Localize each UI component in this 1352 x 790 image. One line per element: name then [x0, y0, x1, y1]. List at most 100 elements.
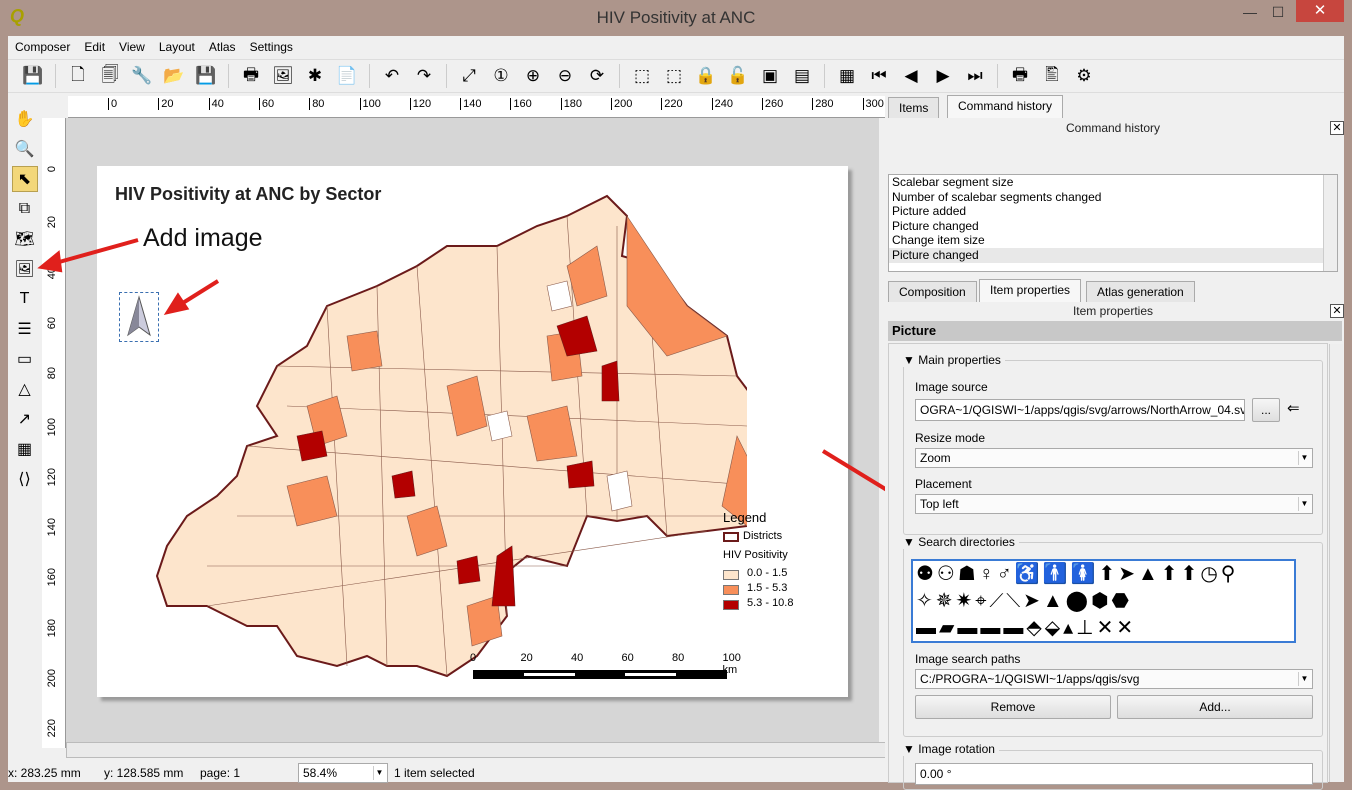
close-button[interactable]: ✕ — [1296, 0, 1344, 22]
atlas-export-icon[interactable]: 🖺 — [1039, 63, 1065, 89]
tab-command-history[interactable]: Command history — [947, 95, 1064, 118]
redo-icon[interactable]: ↷ — [411, 63, 437, 89]
main-toolbar: 💾 🗋 🗐 🔧 📂 💾 🖶 🖼 ✱ 📄 ↶ ↷ ⤢ ① ⊕ ⊖ ⟳ ⬚ ⬚ 🔒 🔓 ▣ ▤ ▦ ⏮ ◀ ▶ ⏭ 🖶 🖺 ⚙ — [8, 59, 1344, 93]
add-html-icon[interactable]: ⟨⟩ — [12, 466, 38, 492]
export-image-icon[interactable]: 🖼 — [270, 63, 296, 89]
add-legend-icon[interactable]: ☰ — [12, 316, 38, 342]
add-shape-icon[interactable]: △ — [12, 376, 38, 402]
zoom-combo[interactable]: 58.4% ▼ — [298, 763, 388, 783]
ruler-tick-label: 180 — [560, 98, 582, 110]
pan-icon[interactable]: ✋ — [12, 106, 38, 132]
command-history-item[interactable]: Picture changed — [889, 219, 1337, 234]
close-dock-icon[interactable]: ✕ — [1330, 304, 1344, 318]
search-directories-toggle[interactable]: ▼ Search directories — [899, 535, 1019, 549]
map-item[interactable] — [147, 186, 747, 686]
zoom-full-icon[interactable]: ⤢ — [456, 63, 482, 89]
zoom-out-icon[interactable]: ⊖ — [552, 63, 578, 89]
add-image-icon[interactable]: 🖼 — [12, 256, 38, 282]
image-rotation-toggle[interactable]: ▼ Image rotation — [899, 742, 999, 756]
image-source-input[interactable]: OGRA~1/QGISWI~1/apps/qgis/svg/arrows/Nor… — [915, 399, 1245, 421]
zoom-value: 58.4% — [303, 766, 338, 780]
tab-atlas-generation[interactable]: Atlas generation — [1086, 281, 1195, 302]
vertical-scrollbar[interactable] — [1329, 344, 1343, 782]
browse-button[interactable]: ... — [1252, 398, 1280, 422]
tab-item-properties[interactable]: Item properties — [979, 279, 1082, 302]
data-defined-override-icon[interactable]: ⇐ — [1287, 399, 1300, 417]
menu-atlas[interactable]: Atlas — [202, 36, 243, 58]
menu-composer[interactable]: Composer — [8, 36, 77, 58]
composer-manager-icon[interactable]: 🔧 — [129, 63, 155, 89]
move-content-icon[interactable]: ⧉ — [12, 196, 38, 222]
command-history-list[interactable]: Scalebar segment size Number of scalebar … — [888, 174, 1338, 272]
last-feature-icon[interactable]: ⏭ — [962, 63, 988, 89]
remove-button[interactable]: Remove — [915, 695, 1111, 719]
zoom-tool-icon[interactable]: 🔍 — [12, 136, 38, 162]
next-feature-icon[interactable]: ▶ — [930, 63, 956, 89]
add-scalebar-icon[interactable]: ▭ — [12, 346, 38, 372]
lock-icon[interactable]: 🔒 — [693, 63, 719, 89]
command-history-item[interactable]: Scalebar segment size — [889, 175, 1337, 190]
vertical-scrollbar[interactable] — [1323, 175, 1337, 271]
command-history-item[interactable]: Change item size — [889, 233, 1337, 248]
minimize-button[interactable]: — — [1236, 4, 1264, 24]
select-all-icon[interactable]: ⬚ — [629, 63, 655, 89]
refresh-icon[interactable]: ⟳ — [584, 63, 610, 89]
main-properties-toggle[interactable]: ▼ Main properties — [899, 353, 1005, 367]
tab-items[interactable]: Items — [888, 97, 940, 118]
first-feature-icon[interactable]: ⏮ — [866, 63, 892, 89]
duplicate-composer-icon[interactable]: 🗐 — [97, 63, 123, 89]
tab-composition[interactable]: Composition — [888, 281, 977, 302]
menu-view[interactable]: View — [112, 36, 152, 58]
group-icon[interactable]: ▣ — [757, 63, 783, 89]
atlas-settings-icon[interactable]: ⚙ — [1071, 63, 1097, 89]
legend-class-label: 1.5 - 5.3 — [747, 582, 788, 594]
command-history-item[interactable]: Picture added — [889, 204, 1337, 219]
ruler-tick-label: 60 — [46, 316, 58, 330]
legend-layer-name: HIV Positivity — [723, 549, 788, 561]
export-svg-icon[interactable]: ✱ — [302, 63, 328, 89]
add-map-icon[interactable]: 🗺 — [12, 226, 38, 252]
svg-icon-grid[interactable]: ⚉⚇☗♀♂♿🚹🚺⬆➤▲⬆⬆◷⚲ ✧✵✷⌖⟋⟍➤▲⬤⬢⬣ ▬▰▬▬▬⬘⬙▴⊥✕✕ — [911, 559, 1296, 643]
add-table-icon[interactable]: ▦ — [12, 436, 38, 462]
unlock-icon[interactable]: 🔓 — [725, 63, 751, 89]
resize-mode-select[interactable]: Zoom ▼ — [915, 448, 1313, 468]
search-path-select[interactable]: C:/PROGRA~1/QGISWI~1/apps/qgis/svg ▼ — [915, 669, 1313, 689]
maximize-button[interactable]: ☐ — [1264, 4, 1292, 24]
save-icon[interactable]: 💾 — [20, 63, 46, 89]
close-dock-icon[interactable]: ✕ — [1330, 121, 1344, 135]
save-template-icon[interactable]: 💾 — [193, 63, 219, 89]
placement-select[interactable]: Top left ▼ — [915, 494, 1313, 514]
menu-settings[interactable]: Settings — [243, 36, 300, 58]
open-template-icon[interactable]: 📂 — [161, 63, 187, 89]
undo-icon[interactable]: ↶ — [379, 63, 405, 89]
ruler-tick-label: 0 — [46, 166, 58, 173]
print-icon[interactable]: 🖶 — [238, 63, 264, 89]
select-move-icon[interactable]: ⬉ — [11, 166, 38, 192]
previous-feature-icon[interactable]: ◀ — [898, 63, 924, 89]
ruler-tick-label: 300 — [862, 98, 884, 110]
ruler-tick-label: 240 — [711, 98, 733, 110]
align-icon[interactable]: ▤ — [789, 63, 815, 89]
new-composer-icon[interactable]: 🗋 — [65, 63, 91, 89]
deselect-icon[interactable]: ⬚ — [661, 63, 687, 89]
command-history-title: Command history — [1065, 121, 1161, 135]
image-search-paths-label: Image search paths — [915, 652, 1021, 666]
command-history-item[interactable]: Number of scalebar segments changed — [889, 190, 1337, 205]
zoom-in-icon[interactable]: ⊕ — [520, 63, 546, 89]
add-arrow-icon[interactable]: ↗ — [12, 406, 38, 432]
menu-edit[interactable]: Edit — [77, 36, 112, 58]
zoom-100-icon[interactable]: ① — [488, 63, 514, 89]
command-history-item[interactable]: Picture changed — [889, 247, 1337, 263]
export-pdf-icon[interactable]: 📄 — [334, 63, 360, 89]
composer-canvas[interactable]: HIV Positivity at ANC by Sector Legend D… — [66, 118, 879, 742]
atlas-print-icon[interactable]: 🖶 — [1007, 63, 1033, 89]
ruler-tick-label: 200 — [46, 669, 58, 688]
atlas-preview-icon[interactable]: ▦ — [834, 63, 860, 89]
add-path-button[interactable]: Add... — [1117, 695, 1313, 719]
horizontal-scrollbar[interactable] — [66, 742, 886, 758]
scalebar[interactable]: 0 20 40 60 80 100 km — [470, 652, 741, 679]
add-label-icon[interactable]: T — [12, 286, 38, 312]
rotation-input[interactable]: 0.00 ° — [915, 763, 1313, 785]
north-arrow-picture[interactable] — [119, 292, 159, 342]
menu-layout[interactable]: Layout — [152, 36, 202, 58]
